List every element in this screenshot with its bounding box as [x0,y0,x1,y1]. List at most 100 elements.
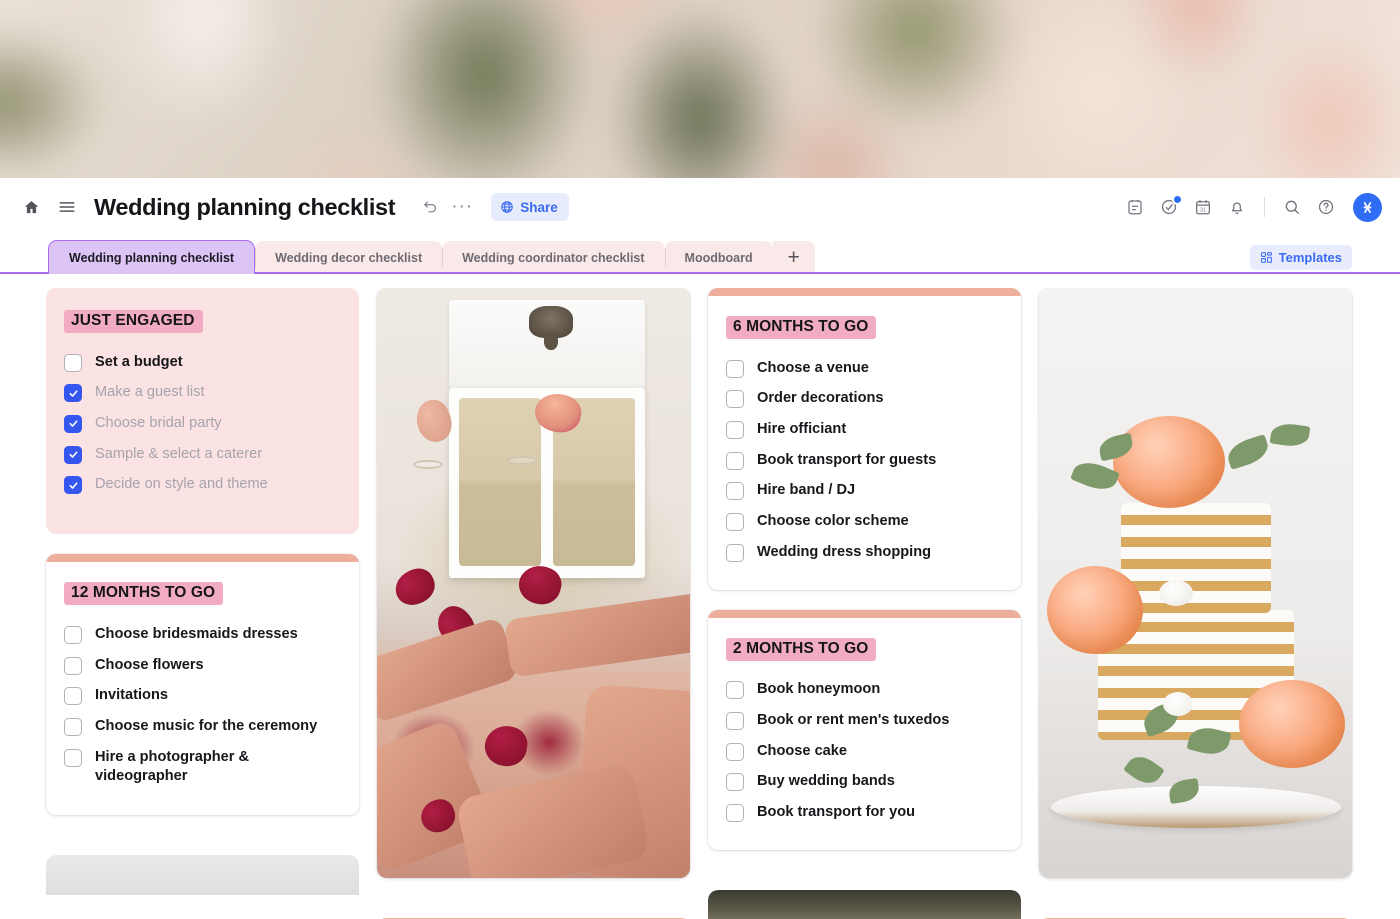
tab-bar: Wedding planning checklist Wedding decor… [0,240,1400,274]
checkbox[interactable] [64,384,82,403]
search-icon[interactable] [1277,192,1307,222]
checkbox[interactable] [64,748,82,767]
card-accent-bar [708,609,1021,618]
list-item[interactable]: Make a guest list [64,378,341,409]
list-item-label: Hire a photographer & videographer [95,748,250,785]
tab-wedding-decor-checklist[interactable]: Wedding decor checklist [255,241,443,274]
checkbox[interactable] [64,414,82,433]
list-item[interactable]: Order decorations [726,384,1003,415]
list-item-label: Buy wedding bands [757,773,895,790]
checkbox[interactable] [64,718,82,736]
checkbox[interactable] [726,451,744,470]
list-item[interactable]: Set a budget [64,347,341,378]
card-just-engaged: JUST ENGAGED Set a budget Make a guest l… [46,288,359,535]
photo-thumbnail [708,890,1021,919]
list-item[interactable]: Choose color scheme [726,506,1003,537]
checkbox[interactable] [726,712,744,730]
list-item[interactable]: Book or rent men's tuxedos [726,706,1003,737]
list-item-label: Sample & select a caterer [95,445,263,462]
list-item-label: Make a guest list [95,384,205,401]
board-column-2 [377,288,690,919]
list-item[interactable]: Choose bridal party [64,408,341,439]
list-item[interactable]: Sample & select a caterer [64,439,341,470]
calendar-icon[interactable]: 31 [1188,192,1218,222]
checkbox[interactable] [726,681,744,700]
top-bar-left: Wedding planning checklist ··· Share [16,192,1120,222]
list-item[interactable]: Wedding dress shopping [726,537,1003,568]
photo-card-cake[interactable] [1039,288,1352,878]
list-item-label: Book honeymoon [757,681,881,698]
checkbox[interactable] [726,512,744,531]
list-item[interactable]: Choose cake [726,736,1003,767]
checkbox[interactable] [64,656,82,675]
share-button[interactable]: Share [491,193,569,221]
card-heading: 12 MONTHS TO GO [64,582,224,606]
list-item[interactable]: Hire a photographer & videographer [64,742,341,792]
card-body: 12 MONTHS TO GO Choose bridesmaids dress… [46,562,359,814]
checkbox[interactable] [726,773,744,792]
tab-moodboard[interactable]: Moodboard [664,241,773,274]
toolbar-divider [1264,197,1265,217]
checkbox[interactable] [726,742,744,761]
bell-icon[interactable] [1222,192,1252,222]
undo-icon[interactable] [415,192,445,222]
home-icon[interactable] [16,192,46,222]
list-item-label: Set a budget [95,353,183,370]
hero-banner [0,0,1400,178]
templates-grid-icon [1260,251,1273,264]
tab-label: Moodboard [684,250,753,265]
card-stub-photo[interactable] [708,890,1021,919]
card-body: 6 MONTHS TO GO Choose a venue Order deco… [708,296,1021,590]
hamburger-menu-icon[interactable] [52,192,82,222]
list-item[interactable]: Invitations [64,681,341,712]
list-item-label: Wedding dress shopping [757,543,932,560]
checkbox[interactable] [64,445,82,464]
checkbox[interactable] [64,353,82,372]
avatar[interactable] [1353,192,1382,222]
list-item[interactable]: Choose bridesmaids dresses [64,619,341,650]
card-stub-photo[interactable] [46,854,359,895]
notepad-icon[interactable] [1120,192,1150,222]
tab-wedding-planning-checklist[interactable]: Wedding planning checklist [48,240,256,274]
checkbox[interactable] [64,687,82,706]
board-column-3: 6 MONTHS TO GO Choose a venue Order deco… [708,288,1021,919]
list-item[interactable]: Buy wedding bands [726,767,1003,798]
help-circle-icon[interactable] [1311,192,1341,222]
list-item[interactable]: Book transport for you [726,798,1003,829]
hero-banner-image [0,0,1400,178]
checkbox[interactable] [726,543,744,562]
task-check-icon[interactable] [1154,192,1184,222]
tab-wedding-coordinator-checklist[interactable]: Wedding coordinator checklist [442,241,665,274]
photo-card-rings[interactable] [377,288,690,878]
list-item[interactable]: Choose flowers [64,650,341,681]
list-item-label: Invitations [95,687,168,704]
card-heading: 2 MONTHS TO GO [726,637,877,661]
checkbox[interactable] [726,390,744,409]
app-root: Wedding planning checklist ··· Share 31 … [0,0,1400,919]
checkbox[interactable] [726,804,744,823]
checkbox[interactable] [726,359,744,378]
checkbox[interactable] [726,420,744,439]
notification-badge-dot [1172,194,1183,205]
globe-icon [500,200,514,214]
more-options-button[interactable]: ··· [447,192,477,222]
board-columns: JUST ENGAGED Set a budget Make a guest l… [0,288,1400,919]
checkbox[interactable] [64,476,82,495]
checkbox[interactable] [726,482,744,501]
card-heading: JUST ENGAGED [64,310,203,333]
list-item-label: Choose cake [757,742,848,759]
tab-label: Wedding planning checklist [69,250,235,265]
list-item[interactable]: Hire officiant [726,414,1003,445]
list-item-label: Book or rent men's tuxedos [757,712,950,728]
list-item[interactable]: Book honeymoon [726,675,1003,706]
list-item[interactable]: Decide on style and theme [64,470,341,501]
list-item[interactable]: Choose music for the ceremony [64,712,341,743]
list-item-label: Order decorations [757,390,884,407]
add-tab-button[interactable]: + [772,241,815,274]
templates-button[interactable]: Templates [1249,245,1352,270]
checkbox[interactable] [64,625,82,644]
list-item[interactable]: Book transport for guests [726,445,1003,476]
list-item[interactable]: Hire band / DJ [726,476,1003,507]
list-item[interactable]: Choose a venue [726,353,1003,384]
svg-text:31: 31 [1200,208,1206,214]
